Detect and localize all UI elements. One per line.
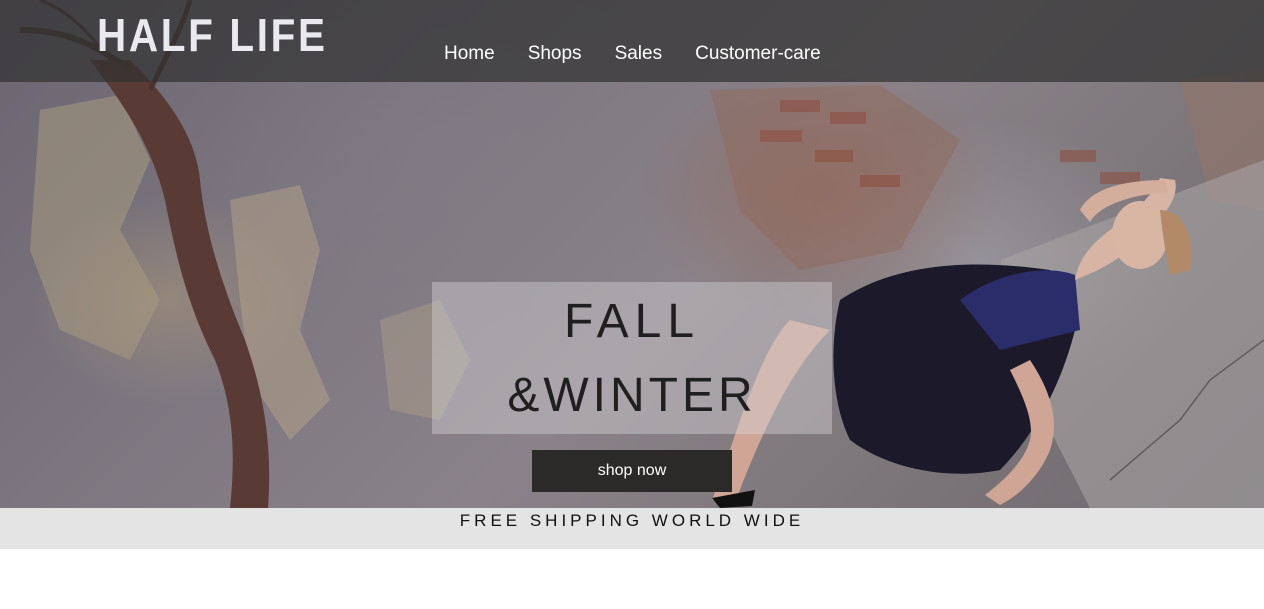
promo-panel: FALL &WINTER bbox=[432, 282, 832, 434]
nav-customer-care-link[interactable]: Customer-care bbox=[695, 43, 821, 65]
nav-home-link[interactable]: Home bbox=[444, 43, 495, 65]
top-navbar: HALF LIFE Home Shops Sales Customer-care bbox=[0, 0, 1264, 82]
promo-headline-line2: &WINTER bbox=[507, 369, 757, 422]
site-logo[interactable]: HALF LIFE bbox=[97, 8, 328, 62]
nav-shops-link[interactable]: Shops bbox=[528, 43, 582, 65]
shop-now-button[interactable]: shop now bbox=[532, 450, 732, 492]
main-nav: Home Shops Sales Customer-care bbox=[444, 43, 821, 65]
nav-sales-link[interactable]: Sales bbox=[615, 43, 663, 65]
promo-headline-line1: FALL bbox=[563, 295, 701, 348]
shipping-text: FREE SHIPPING WORLD WIDE bbox=[459, 511, 805, 530]
shipping-banner: FREE SHIPPING WORLD WIDE bbox=[0, 508, 1264, 549]
